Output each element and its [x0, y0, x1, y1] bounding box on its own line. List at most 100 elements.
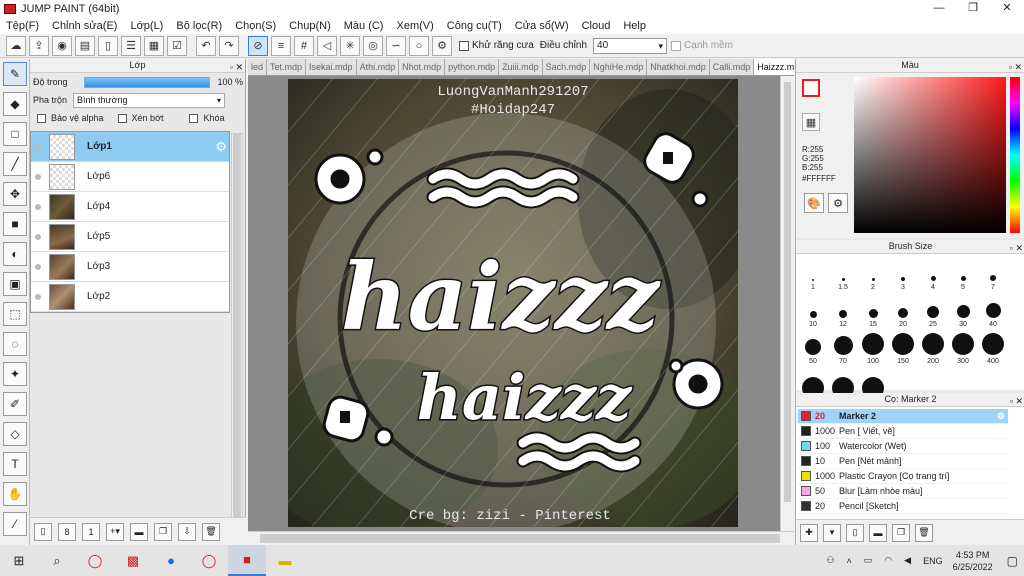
document-tab-active[interactable]: Haizzz.mdp [754, 59, 794, 75]
brush-size-option[interactable]: 10 [798, 293, 828, 330]
brush-size-option[interactable]: 300 [948, 330, 978, 367]
brush-size-option[interactable]: 2 [858, 256, 888, 293]
grid-icon[interactable]: # [294, 35, 314, 56]
brush-folder-icon[interactable]: ▬ [869, 523, 887, 542]
brush-item[interactable]: 10 Pen [Nét mảnh] [798, 454, 1008, 469]
smooth-edge-checkbox[interactable] [671, 40, 682, 51]
brush-size-option[interactable]: 50 [798, 330, 828, 367]
document-tab[interactable]: Sach.mdp [542, 59, 591, 75]
menu-select[interactable]: Chọn(S) [235, 20, 276, 32]
document-tab[interactable]: led [248, 59, 268, 75]
volume-icon[interactable]: ◀ [904, 555, 911, 566]
layer-item[interactable]: Lớp3 [31, 252, 229, 282]
palette-settings-icon[interactable]: ⚙ [828, 193, 848, 213]
notifications-icon[interactable]: ▢ [1007, 554, 1018, 568]
export-icon[interactable]: ⇪ [29, 35, 49, 56]
comment-icon[interactable]: ▤ [75, 35, 95, 56]
gear-icon[interactable]: ⚙ [997, 411, 1005, 422]
list-icon[interactable]: ☰ [121, 35, 141, 56]
visibility-icon[interactable] [35, 203, 41, 210]
brush-size-option[interactable]: 1 [798, 256, 828, 293]
minimize-button[interactable]: — [922, 0, 956, 17]
brush-size-option[interactable]: 70 [828, 330, 858, 367]
magic-wand-icon[interactable]: ✦ [3, 362, 27, 386]
brush-size-option[interactable]: 3 [888, 256, 918, 293]
blend-mode-select[interactable]: Bình thường [73, 92, 226, 108]
brush-item[interactable]: 20 Pencil [Sketch] [798, 499, 1008, 514]
concentric-icon[interactable]: ◎ [363, 35, 383, 56]
panel-close-icon[interactable]: ▫ ✕ [1010, 242, 1023, 255]
transparent-swatch-icon[interactable]: ▦ [802, 113, 820, 131]
brush-size-option[interactable]: 100 [858, 330, 888, 367]
opera-gx-icon[interactable]: ◯ [190, 545, 228, 576]
search-icon[interactable]: ⌕ [38, 545, 76, 576]
brush-delete-icon[interactable]: 🗑 [915, 523, 933, 542]
brush-item[interactable]: 20 Marker 2 ⚙ [798, 409, 1008, 424]
brush-size-option[interactable]: 12 [828, 293, 858, 330]
battery-icon[interactable]: ▭ [864, 555, 873, 566]
zalo-icon[interactable]: ● [152, 545, 190, 576]
brush-size-option[interactable]: 40 [978, 293, 1008, 330]
redo-icon[interactable]: ↷ [219, 35, 239, 56]
visibility-icon[interactable] [35, 173, 41, 180]
brush-size-option[interactable]: 15 [858, 293, 888, 330]
panel-close-icon[interactable]: ▫ ✕ [230, 61, 243, 74]
gear-icon[interactable]: ⚙ [215, 139, 227, 155]
move-tool-icon[interactable]: ✥ [3, 182, 27, 206]
clock[interactable]: 4:53 PM 6/25/2022 [953, 549, 993, 573]
chevron-up-icon[interactable]: ˄ [847, 556, 852, 566]
brush-size-option[interactable]: 150 [888, 330, 918, 367]
antialias-checkbox[interactable] [459, 40, 469, 51]
document-tab[interactable]: Zuiii.mdp [499, 59, 543, 75]
gradient-tool-icon[interactable]: ▣ [3, 272, 27, 296]
document-tab[interactable]: python.mdp [445, 59, 500, 75]
circle-icon[interactable]: ○ [409, 35, 429, 56]
document-tab[interactable]: Tet.mdp [267, 59, 307, 75]
duplicate-icon[interactable]: ❐ [154, 522, 172, 541]
visibility-icon[interactable] [35, 263, 41, 270]
protect-alpha-checkbox[interactable] [37, 113, 46, 123]
brush-item[interactable]: 1000 Pen [ Viết, vẽ] [798, 424, 1008, 439]
saturation-picker[interactable] [854, 77, 1006, 233]
brush-tool-icon[interactable]: ✎ [3, 62, 27, 86]
clipping-checkbox[interactable] [117, 113, 127, 123]
menu-edit[interactable]: Chỉnh sửa(E) [52, 20, 117, 32]
undo-icon[interactable]: ↶ [196, 35, 216, 56]
page-icon[interactable]: ▯ [98, 35, 118, 56]
menu-view[interactable]: Xem(V) [396, 20, 433, 32]
brush-copy-icon[interactable]: ▯ [846, 523, 864, 542]
rectangle-tool-icon[interactable]: □ [3, 122, 27, 146]
brush-duplicate-icon[interactable]: ❐ [892, 523, 910, 542]
menu-file[interactable]: Tệp(F) [6, 20, 39, 32]
brush-item[interactable]: 1000 Plastic Crayon [Cọ trang trí] [798, 469, 1008, 484]
layout-icon[interactable]: ▦ [144, 35, 164, 56]
brush-size-option[interactable]: 20 [888, 293, 918, 330]
drawing-canvas[interactable]: LuongVanManh291207 #Hoidap247 haizzz hai… [288, 79, 738, 527]
perspective-icon[interactable]: ◁ [317, 35, 337, 56]
brush-item[interactable]: 50 Blur [Làm nhòe màu] [798, 484, 1008, 499]
folder-icon[interactable]: ▬ [130, 522, 148, 541]
visibility-icon[interactable] [35, 293, 41, 300]
jump-paint-task-icon[interactable]: ■ [228, 545, 266, 576]
foreground-swatch[interactable] [802, 79, 820, 97]
wifi-icon[interactable]: ◠ [884, 555, 892, 566]
maximize-button[interactable]: ❐ [956, 0, 990, 17]
document-tab[interactable]: Nhatkhoi.mdp [647, 59, 710, 75]
visibility-icon[interactable] [35, 143, 41, 150]
palette-icon[interactable]: 🎨 [804, 193, 824, 213]
panel-close-icon[interactable]: ▫ ✕ [1010, 395, 1023, 408]
speech-icon[interactable]: ◉ [52, 35, 72, 56]
eraser-tool-icon[interactable]: ◆ [3, 92, 27, 116]
document-tab[interactable]: Nhot.mdp [399, 59, 446, 75]
adjust-select[interactable]: 40 [593, 37, 668, 54]
menu-help[interactable]: Help [623, 20, 646, 32]
document-tab[interactable]: NghiHe.mdp [590, 59, 648, 75]
brush-size-option[interactable]: 25 [918, 293, 948, 330]
layer-item[interactable]: Lớp6 [31, 162, 229, 192]
brush-item[interactable]: 100 Watercolor (Wet) [798, 439, 1008, 454]
select-rect-icon[interactable]: ⬚ [3, 302, 27, 326]
visibility-icon[interactable] [35, 233, 41, 240]
bucket-tool-icon[interactable]: ◐ [3, 242, 27, 266]
checklist-icon[interactable]: ☑ [167, 35, 187, 56]
hand-tool-icon[interactable]: ✋ [3, 482, 27, 506]
